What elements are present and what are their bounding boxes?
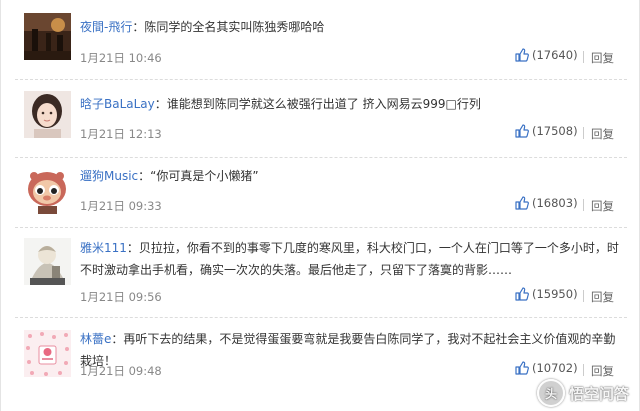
comment-text: “你可真是个小懒猪” [150, 169, 259, 183]
reply-link[interactable]: 回复 [591, 289, 614, 305]
comment-time: 1月21日 10:46 [80, 51, 162, 65]
comment-text: 陈同学的全名其实叫陈独秀哪哈哈 [144, 20, 325, 34]
avatar[interactable] [24, 91, 71, 138]
thumbs-up-icon [515, 48, 529, 62]
like-button[interactable]: (10702) [515, 361, 578, 375]
colon: ： [132, 20, 145, 34]
comment-item: 遛狗Music：“你可真是个小懒猪” 1月21日 09:33 (16803) 回… [1, 158, 640, 228]
divider [583, 364, 584, 376]
comment-text-line: 遛狗Music：“你可真是个小懒猪” [80, 165, 619, 187]
like-count: (15950) [532, 287, 578, 301]
colon: ： [126, 241, 139, 255]
comment-item: 雅米111：贝拉拉，你看不到的事零下几度的寒风里，科大校门口，一个人在门口等了一… [1, 228, 640, 318]
thumbs-up-icon [515, 124, 529, 138]
divider [583, 127, 584, 139]
wukong-logo-icon: 头 [536, 379, 565, 407]
like-button[interactable]: (17508) [515, 124, 578, 138]
thumbs-up-icon [515, 287, 529, 301]
colon: ： [138, 169, 151, 183]
comment-text-line: 晗子BaLaLay：谁能想到陈同学就这么被强行出道了 挤入网易云999□行列 [80, 93, 619, 115]
thumbs-up-icon [515, 361, 529, 375]
comment-list: 夜間-飛行：陈同学的全名其实叫陈独秀哪哈哈 1月21日 10:46 (17640… [0, 0, 640, 411]
comment-time: 1月21日 09:56 [80, 290, 162, 304]
colon: ： [154, 97, 167, 111]
comment-username[interactable]: 夜間-飛行 [80, 20, 132, 34]
avatar[interactable] [24, 330, 71, 377]
comment-time: 1月21日 09:33 [80, 199, 162, 213]
comment-time: 1月21日 09:48 [80, 364, 162, 378]
divider [583, 199, 584, 211]
like-count: (16803) [532, 196, 578, 210]
comment-item: 夜間-飛行：陈同学的全名其实叫陈独秀哪哈哈 1月21日 10:46 (17640… [1, 0, 640, 80]
reply-link[interactable]: 回复 [591, 198, 614, 214]
comment-username[interactable]: 遛狗Music [80, 169, 138, 183]
reply-link[interactable]: 回复 [591, 50, 614, 66]
comment-username[interactable]: 晗子BaLaLay [80, 97, 155, 111]
comment-username[interactable]: 林薔e [80, 332, 111, 346]
comment-time: 1月21日 12:13 [80, 127, 162, 141]
watermark-text: 悟空问答 [568, 384, 629, 403]
like-count: (10702) [532, 361, 578, 375]
like-button[interactable]: (17640) [515, 48, 578, 62]
like-button[interactable]: (16803) [515, 196, 578, 210]
comment-text-line: 雅米111：贝拉拉，你看不到的事零下几度的寒风里，科大校门口，一个人在门口等了一… [80, 237, 619, 281]
like-button[interactable]: (15950) [515, 287, 578, 301]
avatar[interactable] [24, 238, 71, 285]
comment-username[interactable]: 雅米111 [80, 241, 127, 255]
reply-link[interactable]: 回复 [591, 126, 614, 142]
comment-text: 谁能想到陈同学就这么被强行出道了 挤入网易云999□行列 [166, 97, 481, 111]
divider [583, 290, 584, 302]
watermark: 头 悟空问答 [536, 379, 629, 407]
avatar[interactable] [24, 13, 71, 60]
thumbs-up-icon [515, 196, 529, 210]
comment-item: 晗子BaLaLay：谁能想到陈同学就这么被强行出道了 挤入网易云999□行列 1… [1, 80, 640, 158]
comment-text: 贝拉拉，你看不到的事零下几度的寒风里，科大校门口，一个人在门口等了一个多小时，时… [80, 241, 619, 277]
comment-text-line: 夜間-飛行：陈同学的全名其实叫陈独秀哪哈哈 [80, 16, 619, 38]
like-count: (17640) [532, 48, 578, 62]
reply-link[interactable]: 回复 [591, 363, 614, 379]
colon: ： [111, 332, 124, 346]
like-count: (17508) [532, 124, 578, 138]
avatar[interactable] [24, 167, 71, 214]
divider [583, 51, 584, 63]
